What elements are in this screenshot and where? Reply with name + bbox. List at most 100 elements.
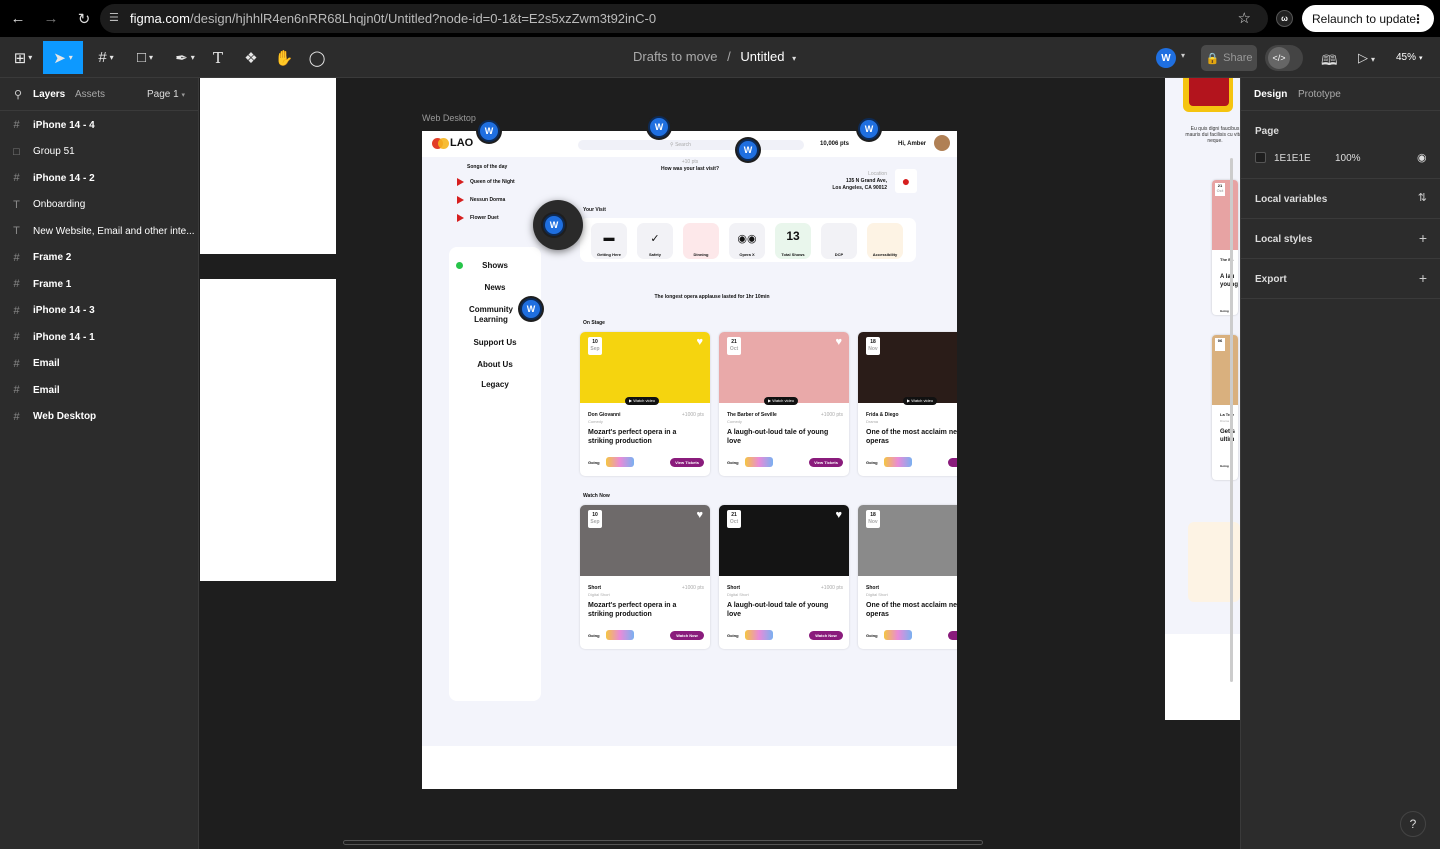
visit-tile[interactable]: Accessibility [867,223,903,259]
show-card[interactable]: 21 Oct The Ba A lau young Going [1212,180,1238,315]
visit-tile[interactable]: ▬ Getting Here [591,223,627,259]
frame-label[interactable]: Web Desktop [422,113,476,123]
play-icon[interactable] [457,178,464,186]
card-action-button[interactable]: Watch Now [670,631,704,640]
layer-row[interactable]: # Email [0,377,199,403]
layer-row[interactable]: # iPhone 14 - 3 [0,298,199,324]
card-action-button[interactable]: View Tickets [670,458,704,467]
song-item[interactable]: Flower Duet [457,214,499,222]
iphone-frame-partial[interactable]: Eu quis digni faucibus mauris dui facili… [1165,78,1240,720]
show-card[interactable]: 21 Oct ♥ Short +1000 pts Digital Short A laugh… [719,505,849,649]
show-card[interactable]: 18Nov♥Short+1Digital ShortOne of the mos… [858,505,957,649]
rectangle-tool-icon[interactable]: □ ▾ [128,41,162,74]
layer-row[interactable]: # Web Desktop [0,404,199,430]
layer-row[interactable]: # iPhone 14 - 2 [0,165,199,191]
layer-row[interactable]: T New Website, Email and other inte... [0,218,199,244]
present-play-icon[interactable]: ▷ ▾ [1358,50,1375,66]
heart-icon[interactable]: ♥ [696,509,703,521]
watch-video-button[interactable]: ▶ Watch video [625,397,660,405]
layer-row[interactable]: # Email [0,351,199,377]
page-color-hex[interactable]: 1E1E1E [1274,153,1311,164]
user-avatar[interactable] [934,135,950,151]
song-item[interactable]: Queen of the Night [457,178,515,186]
visit-tile[interactable]: ✓ Safety [637,223,673,259]
local-variables-section[interactable]: Local variables ⇅ [1241,179,1440,219]
figma-menu-icon[interactable]: ⊞ ▾ [8,41,38,74]
visit-tile[interactable]: DCP [821,223,857,259]
layer-row[interactable]: □ Group 51 [0,139,199,165]
help-icon[interactable]: ? [1400,811,1426,837]
card-action-button[interactable]: Vie [948,458,957,467]
song-item[interactable]: Nessun Dorma [457,196,505,204]
library-book-icon[interactable]: 🕮 [1321,50,1338,74]
layer-row[interactable]: # iPhone 14 - 1 [0,324,199,350]
plus-icon[interactable]: + [1419,270,1427,286]
nav-support-us[interactable]: Support Us [450,338,540,348]
file-title[interactable]: Untitled [740,49,784,64]
tab-layers[interactable]: Layers [33,89,65,100]
relaunch-button[interactable]: Relaunch to update ⋮ [1302,5,1434,32]
eye-icon[interactable]: ◉ [1417,151,1427,164]
reload-icon[interactable]: ↻ [69,4,99,34]
layer-row[interactable]: # iPhone 14 - 4 [0,112,199,138]
move-tool-icon[interactable]: ➤ ▾ [43,41,83,74]
extension-icon[interactable]: ω [1276,10,1293,27]
components-tool-icon[interactable]: ❖ [240,41,262,74]
horizontal-scrollbar[interactable] [343,840,983,845]
web-desktop-frame[interactable]: LAO ⚲ Search 10,006 pts Hi, Amber Songs … [422,131,957,789]
show-card[interactable]: 18Nov♥▶ Watch videoFrida & Diego+1DramaO… [858,332,957,476]
comment-tool-icon[interactable]: ◯ [306,41,328,74]
show-card[interactable]: 10 Sep ♥ Short +1000 pts Digital Short Mozart'… [580,505,710,649]
nav-about-us[interactable]: About Us [450,360,540,370]
card-action-button[interactable]: Wa [948,631,957,640]
layer-row[interactable]: T Onboarding [0,192,199,218]
page-color-swatch[interactable] [1255,152,1266,163]
search-icon[interactable]: ⚲ [14,88,22,101]
card-action-button[interactable]: View Tickets [809,458,843,467]
back-arrow-icon[interactable]: ← [3,4,33,34]
project-name[interactable]: Drafts to move [633,49,718,64]
more-vertical-icon[interactable]: ⋮ [1412,12,1424,26]
visit-tile[interactable]: Dinning [683,223,719,259]
forward-arrow-icon[interactable]: → [36,4,66,34]
map-pin-icon[interactable]: ● [895,169,917,193]
user-avatar[interactable]: W [1156,48,1176,68]
heart-icon[interactable]: ♥ [835,509,842,521]
heart-icon[interactable]: ♥ [696,336,703,348]
plus-icon[interactable]: + [1419,230,1427,246]
tab-assets[interactable]: Assets [75,89,105,100]
page-selector[interactable]: Page 1 ▾ [147,89,185,100]
pen-tool-icon[interactable]: ✒ ▾ [168,41,202,74]
show-card[interactable]: 10 Sep ♥ ▶ Watch video Don Giovanni +1000 pts… [580,332,710,476]
bookmark-star-icon[interactable]: ☆ [1238,9,1251,27]
frame-preview[interactable] [200,78,336,254]
watch-video-button[interactable]: ▶ Watch video [764,397,799,405]
site-search-input[interactable]: ⚲ Search [578,140,804,150]
play-icon[interactable] [457,196,464,204]
share-button[interactable]: 🔒 Share [1201,45,1257,71]
show-card[interactable]: 06 La Trav Drama Get s ultim Going [1212,335,1238,480]
visit-tile[interactable]: 13 Total Shows [775,223,811,259]
layer-row[interactable]: # Frame 2 [0,245,199,271]
tab-design[interactable]: Design [1254,89,1287,100]
watch-video-button[interactable]: ▶ Watch video [903,397,938,405]
text-tool-icon[interactable]: T [207,41,229,74]
page-opacity[interactable]: 100% [1335,153,1361,164]
visit-tile[interactable]: ◉◉ Opera X [729,223,765,259]
hand-tool-icon[interactable]: ✋ [273,41,295,74]
chevron-down-icon[interactable]: ▾ [792,54,796,63]
card-action-button[interactable]: Watch Now [809,631,843,640]
site-settings-icon[interactable]: ☰ [109,11,119,24]
zoom-level[interactable]: 45% ▾ [1396,52,1423,63]
chevron-down-icon[interactable]: ▾ [1181,51,1185,60]
nav-news[interactable]: News [450,283,540,293]
vertical-scrollbar[interactable] [1230,158,1233,682]
frame-preview[interactable] [200,279,336,581]
nav-legacy[interactable]: Legacy [450,380,540,390]
show-card[interactable]: 21 Oct ♥ ▶ Watch video The Barber of Seville… [719,332,849,476]
frame-tool-icon[interactable]: # ▾ [90,41,122,74]
canvas[interactable]: Web Desktop Eu quis digni faucibus mauri… [200,78,1240,849]
sliders-icon[interactable]: ⇅ [1418,191,1427,204]
address-bar[interactable]: ☰ figma.com/design/hjhhlR4en6nRR68Lhqjn0… [100,4,1268,33]
file-breadcrumb[interactable]: Drafts to move / Untitled ▾ [633,49,796,64]
